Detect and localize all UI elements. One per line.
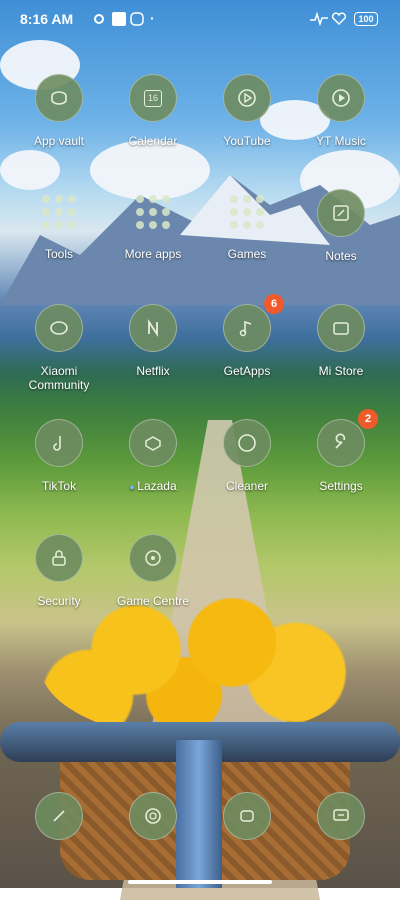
mi-store-icon xyxy=(317,304,365,352)
cleaner-icon xyxy=(223,419,271,467)
app-label: TikTok xyxy=(41,479,77,493)
dock-messages[interactable] xyxy=(296,792,386,840)
sunflowers xyxy=(40,590,360,740)
notes-shortcut[interactable]: Notes xyxy=(296,189,386,263)
settings-icon xyxy=(317,419,365,467)
lazada-shortcut[interactable]: ● Lazada xyxy=(108,419,198,494)
mi-icon xyxy=(130,12,144,26)
getapps-icon xyxy=(223,304,271,352)
app-label: YouTube xyxy=(223,134,271,148)
notification-badge: 6 xyxy=(264,294,284,314)
app-label: Mi Store xyxy=(318,364,364,378)
tiktok-icon xyxy=(35,419,83,467)
tools-folder-icon xyxy=(36,189,82,235)
tiktok-shortcut[interactable]: TikTok xyxy=(14,419,104,493)
games-folder-icon xyxy=(224,189,270,235)
app-notification-icon xyxy=(112,12,126,26)
app-label: GetApps xyxy=(223,364,271,378)
app-label: Netflix xyxy=(136,364,170,378)
youtube-shortcut[interactable]: YouTube xyxy=(202,74,292,148)
app-label: Xiaomi Community xyxy=(28,364,90,392)
app-label: Calendar xyxy=(128,134,178,148)
more-apps-folder[interactable]: More apps xyxy=(108,189,198,261)
health-icon xyxy=(310,12,328,26)
app-label: App vault xyxy=(33,134,85,148)
notes-icon xyxy=(317,189,365,237)
dock-phone[interactable] xyxy=(14,792,104,840)
security-icon xyxy=(35,534,83,582)
app-label: Security xyxy=(37,594,81,608)
app-label: Notes xyxy=(325,249,357,263)
calendar-icon: 16 xyxy=(129,74,177,122)
app-label: Settings xyxy=(319,479,363,493)
app-label: Cleaner xyxy=(225,479,269,493)
dock-gallery[interactable] xyxy=(202,792,292,840)
app-vault-shortcut[interactable]: App vault xyxy=(14,74,104,148)
calendar-shortcut[interactable]: 16 Calendar xyxy=(108,74,198,148)
app-label: Tools xyxy=(44,247,73,261)
app-label: Games xyxy=(227,247,267,261)
messages-icon xyxy=(317,792,365,840)
home-indicator[interactable] xyxy=(128,880,272,884)
settings-icon xyxy=(94,14,104,24)
youtube-icon xyxy=(223,74,271,122)
more-notifications-dot: · xyxy=(150,10,155,26)
app-label: ● Lazada xyxy=(129,479,177,493)
camera-icon xyxy=(129,792,177,840)
xiaomi-community-icon xyxy=(35,304,83,352)
netflix-icon xyxy=(129,304,177,352)
status-time: 8:16 AM xyxy=(20,11,74,27)
tools-folder[interactable]: Tools xyxy=(14,189,104,261)
battery-indicator: 100 xyxy=(354,12,378,26)
getapps-shortcut[interactable]: 6 GetApps xyxy=(202,294,292,378)
netflix-shortcut[interactable]: Netflix xyxy=(108,304,198,378)
app-label: Game Centre xyxy=(116,594,190,608)
game-centre-shortcut[interactable]: Game Centre xyxy=(108,534,198,608)
mi-store-shortcut[interactable]: Mi Store xyxy=(296,304,386,378)
xiaomi-community-shortcut[interactable]: Xiaomi Community xyxy=(14,304,104,392)
phone-icon xyxy=(35,792,83,840)
cleaner-shortcut[interactable]: Cleaner xyxy=(202,419,292,493)
heart-icon xyxy=(332,12,346,26)
notification-badge: 2 xyxy=(358,409,378,429)
settings-shortcut[interactable]: 2 Settings xyxy=(296,409,386,493)
game-centre-icon xyxy=(129,534,177,582)
more-apps-folder-icon xyxy=(130,189,176,235)
app-label: More apps xyxy=(124,247,182,261)
app-label: YT Music xyxy=(316,134,366,148)
yt-music-shortcut[interactable]: YT Music xyxy=(296,74,386,148)
dock-camera[interactable] xyxy=(108,792,198,840)
security-shortcut[interactable]: Security xyxy=(14,534,104,608)
lazada-icon xyxy=(129,419,177,467)
games-folder[interactable]: Games xyxy=(202,189,292,261)
gallery-icon xyxy=(223,792,271,840)
app-vault-icon xyxy=(35,74,83,122)
yt-music-icon xyxy=(317,74,365,122)
status-bar: 8:16 AM · 100 xyxy=(0,0,400,40)
